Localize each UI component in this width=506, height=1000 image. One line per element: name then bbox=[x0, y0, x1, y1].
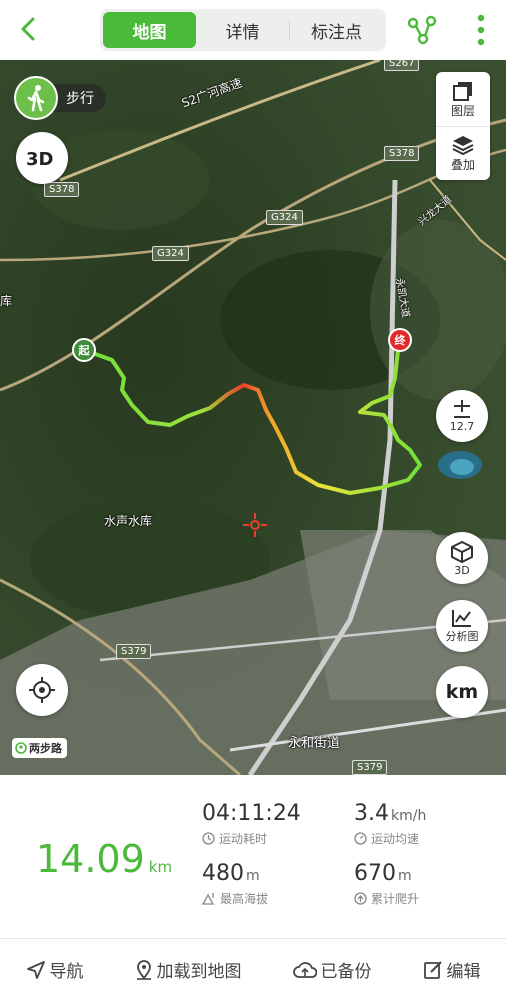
overlay-label: 叠加 bbox=[450, 158, 475, 172]
layers-button[interactable]: 图层 bbox=[436, 72, 490, 126]
zoom-level: 12.7 bbox=[449, 419, 475, 433]
analysis-chart-label: 分析图 bbox=[445, 630, 479, 643]
load-to-map-label: 加载到地图 bbox=[156, 962, 242, 982]
stat-speed: 3.4 km/h 运动均速 bbox=[354, 801, 426, 847]
speed-label: 运动均速 bbox=[371, 832, 420, 846]
map-label-reservoir: 水声水库 bbox=[104, 514, 153, 528]
share-icon[interactable] bbox=[406, 14, 438, 46]
svg-text:3D: 3D bbox=[26, 149, 53, 170]
climb-unit: m bbox=[398, 868, 412, 884]
activity-type-label: 步行 bbox=[50, 84, 106, 112]
tab-details[interactable]: 详情 bbox=[196, 12, 289, 48]
unit-toggle-button[interactable]: km bbox=[436, 666, 488, 718]
overlay-stack-icon bbox=[452, 136, 474, 156]
backup-label: 已备份 bbox=[320, 962, 372, 982]
map-background bbox=[0, 60, 506, 775]
layers-icon bbox=[453, 81, 472, 101]
map-pin-icon bbox=[136, 959, 151, 980]
total-distance: 14.09 km bbox=[36, 837, 172, 881]
brand-logo-icon bbox=[15, 742, 27, 754]
locate-me-button[interactable] bbox=[16, 664, 68, 716]
zoom-plus-minus-icon bbox=[454, 399, 470, 418]
end-marker[interactable]: 终 bbox=[388, 328, 412, 352]
speedometer-icon bbox=[354, 832, 367, 845]
altitude-value: 480 bbox=[202, 861, 244, 886]
road-tag: S267 bbox=[384, 60, 420, 71]
road-tag: G324 bbox=[266, 210, 303, 225]
map-label-left-edge: 库 bbox=[0, 294, 13, 308]
duration-label: 运动耗时 bbox=[219, 832, 268, 846]
climb-up-icon bbox=[354, 892, 367, 905]
navigation-arrow-icon bbox=[26, 960, 45, 979]
brand-logo: 两步路 bbox=[12, 738, 67, 758]
stat-max-altitude: 480 m 最高海拔 bbox=[202, 861, 268, 907]
edit-pencil-icon bbox=[423, 960, 442, 979]
road-tag: G324 bbox=[152, 246, 189, 261]
climb-value: 670 bbox=[354, 861, 396, 886]
3d-view-button[interactable]: 3D bbox=[16, 132, 68, 184]
edit-label: 编辑 bbox=[446, 962, 481, 982]
analysis-chart-button[interactable]: 分析图 bbox=[436, 600, 488, 652]
crosshair-locate-icon bbox=[29, 677, 55, 703]
road-tag: S379 bbox=[352, 760, 388, 775]
view-segmented-control: 地图 详情 标注点 bbox=[100, 9, 386, 51]
stat-duration: 04:11:24 运动耗时 bbox=[202, 801, 301, 847]
speed-value: 3.4 bbox=[354, 801, 389, 826]
edit-button[interactable]: 编辑 bbox=[423, 957, 481, 982]
backup-button[interactable]: 已备份 bbox=[292, 957, 372, 982]
map-label-street: 永和街道 bbox=[288, 736, 341, 751]
road-tag: S379 bbox=[116, 644, 152, 659]
cloud-upload-icon bbox=[292, 961, 317, 978]
load-to-map-button[interactable]: 加载到地图 bbox=[135, 957, 242, 982]
brand-name: 两步路 bbox=[29, 742, 62, 755]
layer-panel: 图层 叠加 bbox=[436, 72, 490, 180]
distance-value: 14.09 bbox=[36, 837, 145, 881]
start-marker[interactable]: 起 bbox=[72, 338, 96, 362]
walking-icon bbox=[14, 76, 58, 120]
unit-toggle-label: km bbox=[445, 681, 479, 703]
navigate-button[interactable]: 导航 bbox=[26, 957, 84, 982]
3d-terrain-label: 3D bbox=[454, 563, 470, 577]
altitude-unit: m bbox=[246, 868, 260, 884]
distance-unit: km bbox=[148, 858, 173, 876]
layers-label: 图层 bbox=[450, 103, 475, 118]
3d-terrain-button[interactable]: 3D bbox=[436, 532, 488, 584]
climb-label: 累计爬升 bbox=[371, 892, 420, 906]
tab-map[interactable]: 地图 bbox=[103, 12, 196, 48]
more-options-icon[interactable] bbox=[474, 12, 488, 48]
top-bar: 地图 详情 标注点 bbox=[0, 0, 506, 60]
stat-total-climb: 670 m 累计爬升 bbox=[354, 861, 419, 907]
bottom-action-bar: 导航 加载到地图 已备份 编辑 bbox=[0, 938, 506, 1000]
altitude-label: 最高海拔 bbox=[220, 892, 269, 906]
duration-value: 04:11:24 bbox=[202, 801, 301, 826]
zoom-button[interactable]: 12.7 bbox=[436, 390, 488, 442]
navigate-label: 导航 bbox=[49, 962, 84, 982]
road-tag: S378 bbox=[384, 146, 420, 161]
road-tag: S378 bbox=[44, 182, 80, 197]
activity-type-chip[interactable]: 步行 bbox=[14, 76, 106, 120]
satellite-map[interactable]: S2广河高速 水声水库 永和街道 库 兴龙大道 永凯大道 S378 S378 G… bbox=[0, 60, 506, 775]
3d-text-icon: 3D bbox=[26, 149, 53, 170]
back-arrow-icon[interactable] bbox=[14, 14, 44, 44]
overlay-button[interactable]: 叠加 bbox=[436, 126, 490, 180]
track-stats-panel: 14.09 km 04:11:24 运动耗时 3.4 km/h 运动均速 480 m bbox=[0, 775, 506, 938]
cube-icon bbox=[451, 540, 473, 563]
clock-icon bbox=[202, 832, 215, 845]
speed-unit: km/h bbox=[391, 808, 427, 824]
mountain-icon bbox=[202, 893, 215, 905]
line-chart-icon bbox=[452, 610, 471, 627]
tab-waypoints[interactable]: 标注点 bbox=[290, 12, 383, 48]
